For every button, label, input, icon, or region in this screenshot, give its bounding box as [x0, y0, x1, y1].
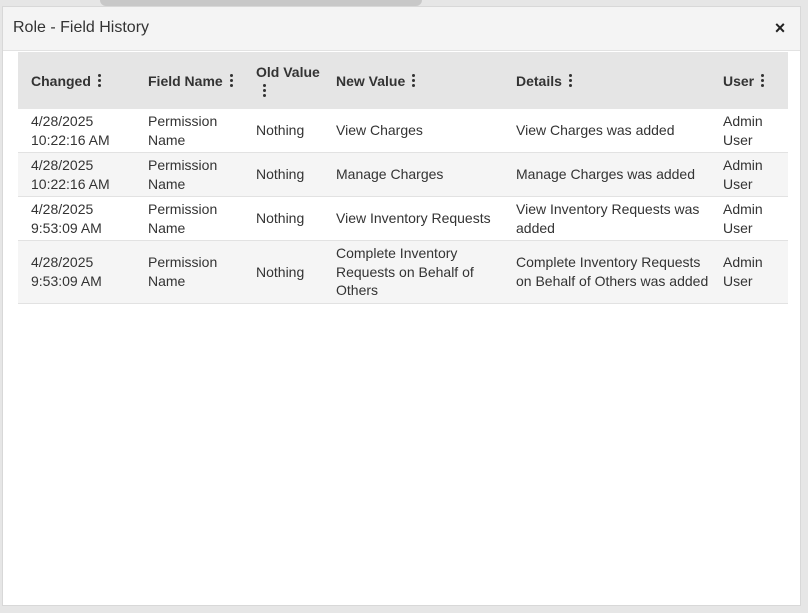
cell-user: Admin User	[723, 113, 763, 148]
history-table-container: Changed Field Name Old Value New Value D…	[18, 52, 788, 304]
column-menu-icon[interactable]	[260, 83, 270, 98]
table-row: 4/28/2025 9:53:09 AM Permission Name Nothi…	[18, 240, 788, 303]
cell-user: Admin User	[723, 157, 763, 192]
cell-details: Complete Inventory Requests on Behalf of…	[516, 254, 709, 289]
cell-details: Manage Charges was added	[516, 166, 696, 183]
column-header-details[interactable]: Details	[503, 52, 710, 109]
cell-old-value: Nothing	[256, 210, 305, 227]
column-menu-icon[interactable]	[566, 74, 576, 88]
cell-details: View Charges was added	[516, 122, 675, 139]
cell-new-value: View Charges	[336, 122, 423, 139]
column-header-new-value[interactable]: New Value	[323, 52, 503, 109]
history-table: Changed Field Name Old Value New Value D…	[18, 52, 788, 304]
table-row: 4/28/2025 10:22:16 AM Permission Name Noth…	[18, 109, 788, 153]
cell-user: Admin User	[723, 201, 763, 236]
column-header-label: New Value	[336, 73, 406, 90]
column-header-label: User	[723, 73, 755, 90]
cell-changed: 4/28/2025 9:53:09 AM	[31, 201, 102, 236]
close-icon[interactable]: ×	[770, 18, 790, 38]
column-menu-icon[interactable]	[758, 74, 768, 88]
cell-old-value: Nothing	[256, 122, 305, 139]
cell-field-name: Permission Name	[148, 201, 218, 236]
cell-field-name: Permission Name	[148, 157, 218, 192]
column-menu-icon[interactable]	[409, 74, 419, 88]
column-menu-icon[interactable]	[95, 74, 105, 88]
dialog-header: Role - Field History ×	[3, 7, 800, 51]
column-header-field-name[interactable]: Field Name	[135, 52, 243, 109]
cell-details: View Inventory Requests was added	[516, 201, 700, 236]
cell-field-name: Permission Name	[148, 113, 218, 148]
dialog-title: Role - Field History	[13, 19, 150, 36]
table-row: 4/28/2025 10:22:16 AM Permission Name Noth…	[18, 152, 788, 197]
column-header-changed[interactable]: Changed	[18, 52, 135, 109]
column-header-label: Changed	[31, 73, 91, 90]
column-header-old-value[interactable]: Old Value	[243, 52, 323, 109]
column-header-label: Field Name	[148, 73, 223, 90]
cell-field-name: Permission Name	[148, 254, 218, 289]
cell-old-value: Nothing	[256, 263, 305, 280]
cell-old-value: Nothing	[256, 166, 305, 183]
cell-changed: 4/28/2025 9:53:09 AM	[31, 254, 102, 289]
column-menu-icon[interactable]	[227, 74, 237, 88]
cell-new-value: Manage Charges	[336, 166, 444, 183]
column-header-user[interactable]: User	[710, 52, 788, 109]
cell-new-value: View Inventory Requests	[336, 210, 491, 227]
cell-changed: 4/28/2025 10:22:16 AM	[31, 157, 110, 192]
field-history-dialog: Role - Field History × Changed Field Nam…	[2, 6, 801, 606]
cell-user: Admin User	[723, 254, 763, 289]
table-row: 4/28/2025 9:53:09 AM Permission Name Nothi…	[18, 197, 788, 241]
table-header-row: Changed Field Name Old Value New Value D…	[18, 52, 788, 109]
column-header-label: Details	[516, 73, 562, 90]
cell-changed: 4/28/2025 10:22:16 AM	[31, 113, 110, 148]
cell-new-value: Complete Inventory Requests on Behalf of…	[336, 245, 474, 298]
column-header-label: Old Value	[256, 63, 320, 80]
